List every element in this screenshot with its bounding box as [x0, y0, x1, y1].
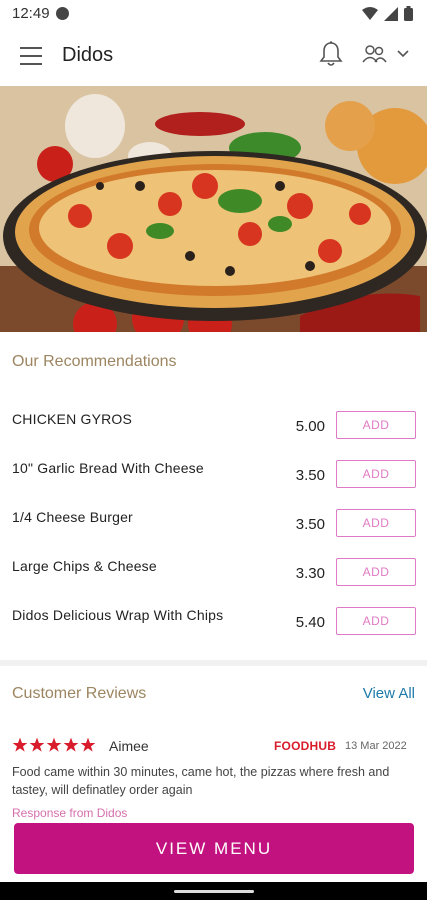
rating-stars	[12, 737, 96, 753]
recommendation-item: 1/4 Cheese Burger 3.50 ADD	[0, 509, 427, 558]
hero-pizza-image	[0, 86, 427, 332]
reviewer-name: Aimee	[109, 738, 149, 754]
item-name: 1/4 Cheese Burger	[12, 509, 133, 525]
item-price: 3.50	[295, 516, 325, 533]
status-bar: 12:49	[0, 0, 427, 28]
item-name: Large Chips & Cheese	[12, 558, 157, 574]
star-icon	[63, 737, 79, 752]
view-all-link[interactable]: View All	[363, 685, 415, 702]
battery-icon	[404, 6, 413, 21]
add-button[interactable]: ADD	[336, 607, 416, 635]
system-nav-bar	[0, 882, 427, 900]
view-menu-button[interactable]: VIEW MENU	[14, 823, 414, 874]
page-title: Didos	[62, 44, 114, 66]
home-gesture-handle[interactable]	[174, 890, 254, 893]
item-name: CHICKEN GYROS	[12, 411, 133, 427]
item-name: Didos Delicious Wrap With Chips	[12, 607, 224, 623]
add-button[interactable]: ADD	[336, 460, 416, 488]
app-bar: Didos	[0, 28, 427, 86]
add-button[interactable]: ADD	[336, 411, 416, 439]
item-price: 3.50	[295, 467, 325, 484]
hamburger-menu-icon[interactable]	[20, 47, 42, 65]
bell-icon[interactable]	[318, 40, 344, 68]
wifi-icon	[362, 6, 378, 20]
add-button[interactable]: ADD	[336, 509, 416, 537]
star-icon	[12, 737, 28, 752]
recommendation-item: Large Chips & Cheese 3.30 ADD	[0, 558, 427, 607]
reviews-heading: Customer Reviews	[12, 685, 147, 702]
recommendations-heading: Our Recommendations	[12, 353, 177, 370]
review-text: Food came within 30 minutes, came hot, t…	[12, 765, 390, 797]
recommendation-item: CHICKEN GYROS 5.00 ADD	[0, 411, 427, 460]
status-icons	[362, 6, 413, 21]
review-date: 13 Mar 2022	[345, 740, 407, 752]
recommendation-item: Didos Delicious Wrap With Chips 5.40 ADD	[0, 607, 427, 656]
notification-icon	[56, 7, 69, 20]
foodhub-logo: FOODHUB	[274, 739, 337, 753]
response-label[interactable]: Response from Didos	[12, 806, 127, 820]
signal-icon	[384, 6, 398, 21]
section-divider	[0, 660, 427, 666]
recommendation-item: 10" Garlic Bread With Cheese 3.50 ADD	[0, 460, 427, 509]
item-price: 3.30	[295, 565, 325, 582]
chevron-down-icon[interactable]	[397, 50, 409, 58]
item-price: 5.40	[295, 614, 325, 631]
star-icon	[80, 737, 96, 752]
star-icon	[29, 737, 45, 752]
profile-switch-icon[interactable]	[360, 42, 388, 66]
star-icon	[46, 737, 62, 752]
add-button[interactable]: ADD	[336, 558, 416, 586]
item-name: 10" Garlic Bread With Cheese	[12, 460, 204, 476]
item-price: 5.00	[295, 418, 325, 435]
pizza-illustration	[0, 86, 427, 332]
status-time: 12:49	[12, 5, 50, 22]
